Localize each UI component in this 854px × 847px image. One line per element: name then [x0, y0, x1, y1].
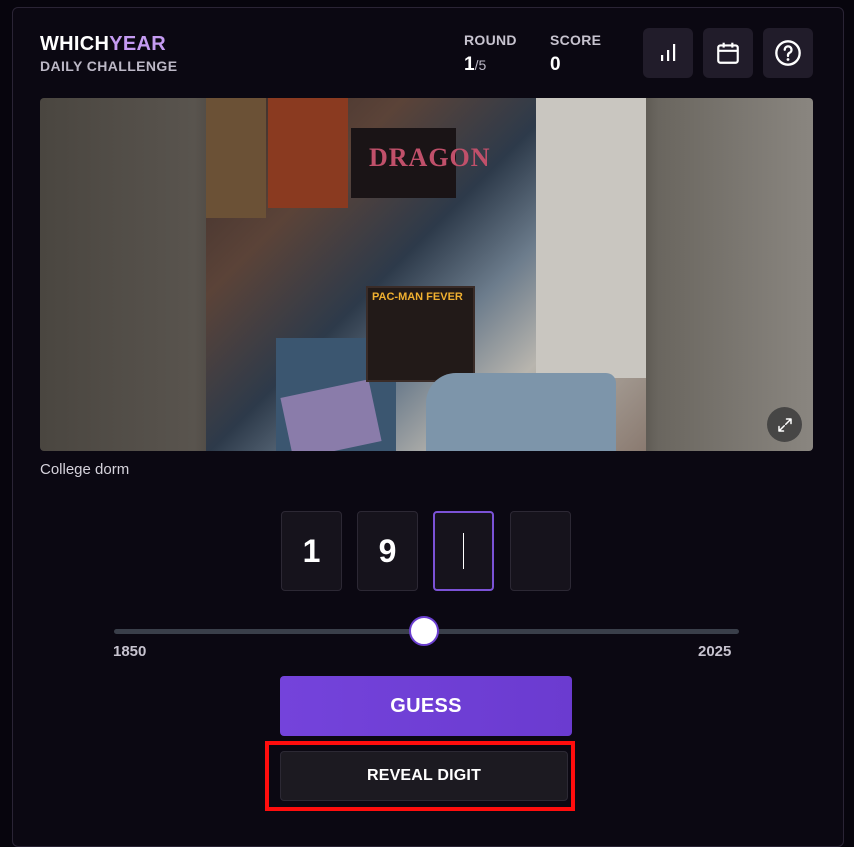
record-pacman-text: PAC-MAN FEVER: [372, 291, 463, 303]
brand-year: YEAR: [109, 33, 167, 55]
help-icon: [775, 40, 801, 66]
photo-caption: College dorm: [40, 461, 130, 478]
expand-icon: [777, 417, 792, 432]
slider-min-label: 1850: [113, 643, 147, 660]
calendar-icon: [717, 42, 739, 64]
score-value: 0: [550, 54, 561, 75]
help-button[interactable]: [763, 28, 813, 78]
photo-frame: DRAGON PAC-MAN FEVER: [40, 98, 813, 451]
slider-max-label: 2025: [698, 643, 732, 660]
round-stat: ROUND 1/5: [464, 32, 517, 76]
round-total: /5: [474, 57, 487, 73]
brand-title: WHICHYEAR: [40, 34, 177, 54]
round-label: ROUND: [464, 32, 517, 48]
digit-box-1[interactable]: 1: [281, 511, 342, 591]
calendar-button[interactable]: [703, 28, 753, 78]
expand-button[interactable]: [767, 407, 802, 442]
score-stat: SCORE 0: [550, 32, 601, 76]
round-value: 1/5: [464, 54, 517, 76]
challenge-photo: DRAGON PAC-MAN FEVER: [206, 98, 646, 451]
text-caret: [463, 533, 464, 569]
digit-box-4[interactable]: [510, 511, 571, 591]
wall: [536, 98, 646, 378]
digit-box-2[interactable]: 9: [357, 511, 418, 591]
brand-which: WHICH: [40, 33, 110, 55]
stats-icon: [661, 44, 676, 61]
digit-box-3[interactable]: [433, 511, 494, 591]
jeans: [426, 373, 616, 451]
highlight-box: [265, 741, 575, 811]
guess-button[interactable]: GUESS: [280, 676, 572, 736]
poster-dragon-text: DRAGON: [369, 143, 491, 172]
year-slider-thumb[interactable]: [409, 616, 439, 646]
stats-button[interactable]: [643, 28, 693, 78]
score-label: SCORE: [550, 32, 602, 48]
poster-left: [206, 98, 266, 218]
brand-subtitle: DAILY CHALLENGE: [40, 58, 178, 74]
brand: WHICHYEAR DAILY CHALLENGE: [40, 34, 177, 74]
round-current: 1: [464, 54, 475, 75]
poster-fire: [268, 98, 348, 208]
